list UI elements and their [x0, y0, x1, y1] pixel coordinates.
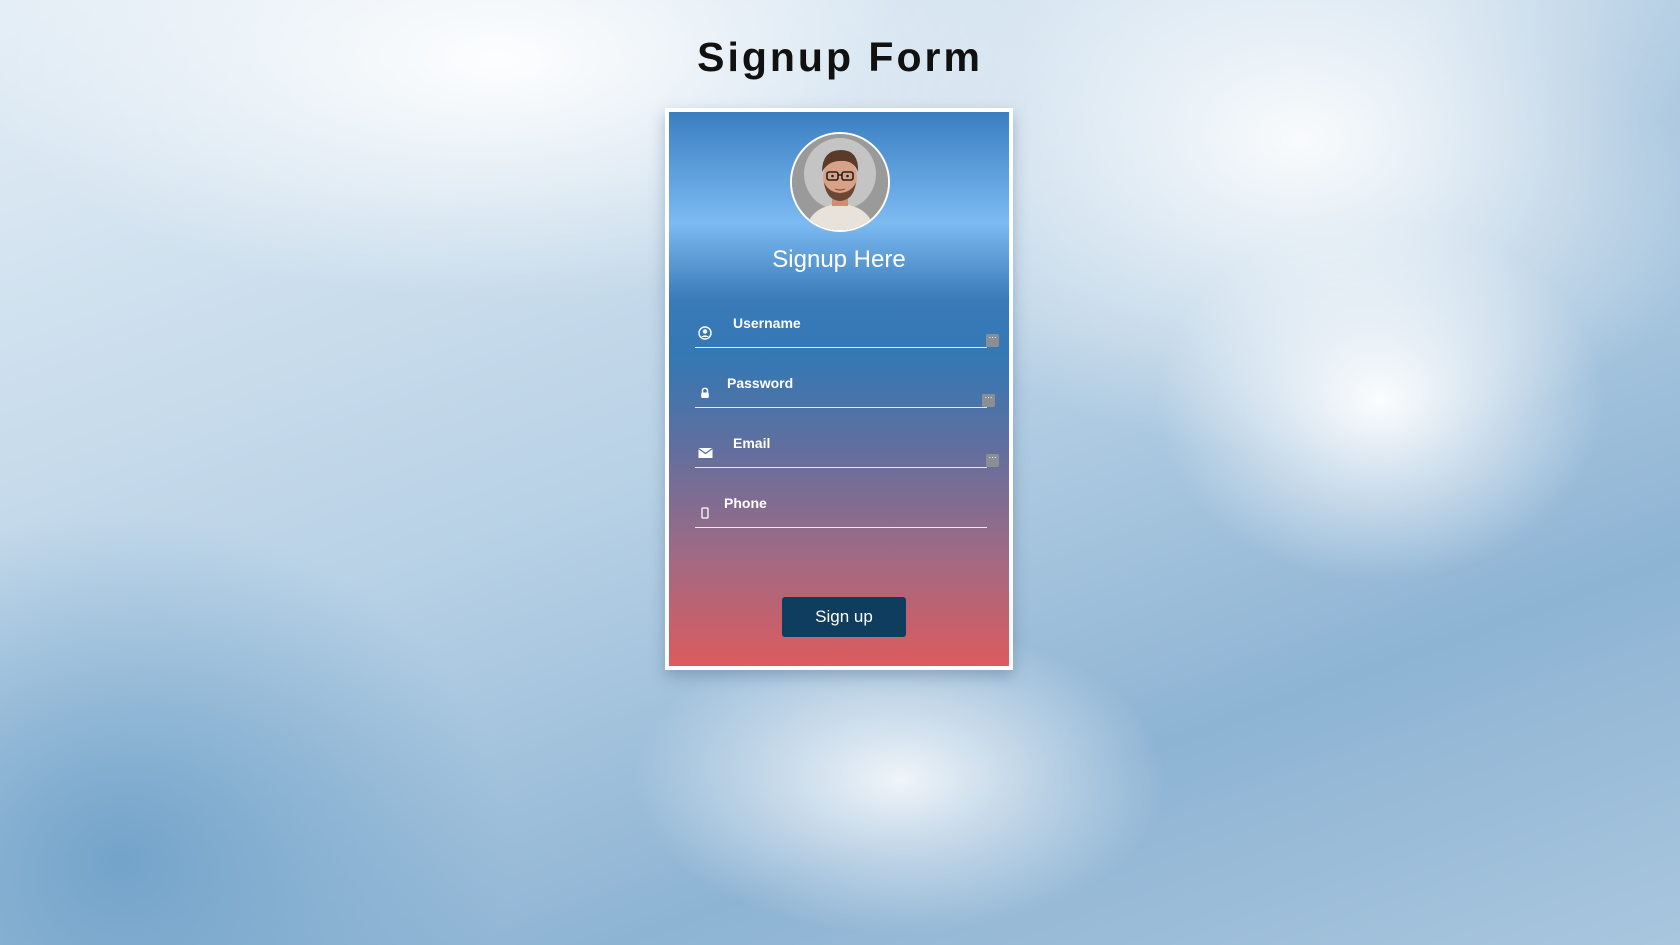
email-field: ⋯ — [695, 427, 999, 468]
phone-input[interactable] — [724, 491, 944, 515]
signup-card: Signup Here ⋯ ⋯ — [665, 108, 1013, 670]
phone-field — [695, 487, 987, 528]
signup-button[interactable]: Sign up — [782, 597, 906, 637]
password-manager-icon[interactable]: ⋯ — [986, 454, 999, 467]
username-input[interactable] — [733, 311, 953, 335]
password-manager-icon[interactable]: ⋯ — [986, 334, 999, 347]
username-field: ⋯ — [695, 307, 999, 348]
page-title: Signup Form — [697, 34, 983, 80]
password-field: ⋯ — [695, 367, 995, 408]
email-input[interactable] — [733, 431, 953, 455]
card-heading: Signup Here — [772, 246, 906, 273]
user-circle-icon — [697, 325, 713, 341]
password-manager-icon[interactable]: ⋯ — [982, 394, 995, 407]
avatar — [790, 132, 890, 232]
lock-icon — [697, 385, 713, 401]
mobile-phone-icon — [697, 505, 713, 521]
password-input[interactable] — [727, 371, 947, 395]
envelope-icon — [697, 445, 713, 461]
